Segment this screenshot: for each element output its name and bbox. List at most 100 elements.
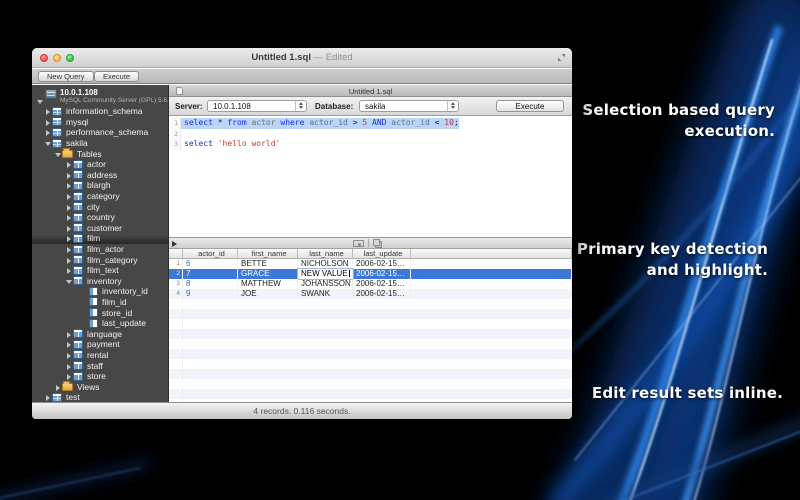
tree-label: inventory xyxy=(87,276,122,286)
tree-row-city[interactable]: city xyxy=(32,201,168,212)
disclosure-open-icon[interactable] xyxy=(36,92,44,105)
tree-row-inventory[interactable]: inventory xyxy=(32,276,168,287)
table-cell[interactable]: 2006-02-15… xyxy=(353,289,411,299)
tree-row-address[interactable]: address xyxy=(32,170,168,181)
table-cell[interactable]: GRACE xyxy=(238,269,298,279)
tree-row-last_update[interactable]: last_update xyxy=(32,318,168,329)
tree-row-Views[interactable]: Views xyxy=(32,381,168,392)
query-bar: Server: 10.0.1.108 Database: sakila Exec… xyxy=(169,97,572,116)
tree-row-test[interactable]: test xyxy=(32,392,168,402)
editor-line[interactable]: 3select 'hello world' xyxy=(169,139,572,150)
line-number: 2 xyxy=(169,129,181,140)
editor-line[interactable]: 2 xyxy=(169,129,572,140)
column-icon xyxy=(89,308,98,317)
sql-editor[interactable]: 1select * from actor where actor_id > 5 … xyxy=(169,116,572,237)
table-cell[interactable]: NEW VALUE xyxy=(298,269,353,279)
empty-row xyxy=(169,309,572,319)
table-cell[interactable]: 8 xyxy=(183,279,238,289)
tree-row-film_actor[interactable]: film_actor xyxy=(32,244,168,255)
tree-row-country[interactable]: country xyxy=(32,212,168,223)
editor-line[interactable]: 1select * from actor where actor_id > 5 … xyxy=(169,118,572,129)
desktop: Selection based query execution. Primary… xyxy=(0,0,800,500)
tree-row-language[interactable]: language xyxy=(32,328,168,339)
export-icon[interactable] xyxy=(353,240,364,247)
table-cell[interactable]: JOHANSSON xyxy=(298,279,353,289)
column-header-actor_id[interactable]: actor_id xyxy=(183,249,238,258)
execute-query-button[interactable]: Execute xyxy=(496,100,564,112)
row-number xyxy=(169,349,183,359)
title-bar[interactable]: Untitled 1.sql — Edited xyxy=(32,48,572,68)
tree-row-sakila[interactable]: sakila xyxy=(32,138,168,149)
table-row[interactable]: 27GRACENEW VALUE2006-02-15… xyxy=(169,269,572,279)
empty-row xyxy=(169,359,572,369)
tree-row-store_id[interactable]: store_id xyxy=(32,307,168,318)
tree-row-film_category[interactable]: film_category xyxy=(32,254,168,265)
token-id: actor_id xyxy=(309,118,348,127)
database-select[interactable]: sakila xyxy=(359,100,459,112)
table-cell[interactable]: 2006-02-15… xyxy=(353,279,411,289)
tree-row-rental[interactable]: rental xyxy=(32,350,168,361)
server-select[interactable]: 10.0.1.108 xyxy=(207,100,307,112)
table-cell[interactable]: NICHOLSON xyxy=(298,259,353,269)
table-row[interactable]: 49JOESWANK2006-02-15… xyxy=(169,289,572,299)
table-cell[interactable]: JOE xyxy=(238,289,298,299)
results-table: actor_idfirst_namelast_namelast_update16… xyxy=(169,249,572,402)
table-icon xyxy=(73,361,83,370)
table-row[interactable]: 38MATTHEWJOHANSSON2006-02-15… xyxy=(169,279,572,289)
empty-row xyxy=(169,389,572,399)
table-cell[interactable]: 6 xyxy=(183,259,238,269)
copy-icon[interactable] xyxy=(373,239,380,246)
empty-row xyxy=(169,349,572,359)
table-cell[interactable]: MATTHEW xyxy=(238,279,298,289)
tree-row-server[interactable]: 10.0.1.108 MySQL Community Server (GPL) … xyxy=(32,85,168,106)
results-header-row: actor_idfirst_namelast_namelast_update xyxy=(169,249,572,259)
tree-row-mysql[interactable]: mysql xyxy=(32,117,168,128)
tree-row-customer[interactable]: customer xyxy=(32,223,168,234)
disclosure-open-icon[interactable] xyxy=(65,272,73,290)
tree-row-film_id[interactable]: film_id xyxy=(32,297,168,308)
column-header-last_name[interactable]: last_name xyxy=(298,249,353,258)
db-icon xyxy=(52,107,62,116)
tree-row-category[interactable]: category xyxy=(32,191,168,202)
server-version: MySQL Community Server (GPL) 5.6.1 xyxy=(60,97,169,105)
table-row[interactable]: 16BETTENICHOLSON2006-02-15… xyxy=(169,259,572,269)
stepper-arrows-icon xyxy=(447,101,458,111)
tab-bar: Untitled 1.sql xyxy=(169,85,572,97)
disclosure-closed-icon[interactable] xyxy=(44,388,52,402)
tree-row-film_text[interactable]: film_text xyxy=(32,265,168,276)
table-cell[interactable]: 7 xyxy=(183,269,238,279)
code-text: select * from actor where actor_id > 5 A… xyxy=(181,118,459,129)
table-cell[interactable]: 2006-02-15… xyxy=(353,269,411,279)
token-tbl: actor xyxy=(251,118,275,127)
table-cell[interactable]: SWANK xyxy=(298,289,353,299)
caption-primary-key: Primary key detection and highlight. xyxy=(577,239,768,281)
tab-untitled-sql[interactable]: Untitled 1.sql xyxy=(169,87,572,96)
tree-row-inventory_id[interactable]: inventory_id xyxy=(32,286,168,297)
disclosure-open-icon[interactable] xyxy=(44,134,52,152)
table-cell[interactable]: 2006-02-15… xyxy=(353,259,411,269)
tree-row-store[interactable]: store xyxy=(32,371,168,382)
table-cell[interactable]: 9 xyxy=(183,289,238,299)
fullscreen-icon[interactable] xyxy=(557,53,566,62)
tree-row-information_schema[interactable]: information_schema xyxy=(32,106,168,117)
tree-row-Tables[interactable]: Tables xyxy=(32,148,168,159)
tree-label: Views xyxy=(77,382,100,392)
tree-row-payment[interactable]: payment xyxy=(32,339,168,350)
tree-label: information_schema xyxy=(66,106,143,116)
tree-row-staff[interactable]: staff xyxy=(32,360,168,371)
column-header-first_name[interactable]: first_name xyxy=(238,249,298,258)
table-cell[interactable]: BETTE xyxy=(238,259,298,269)
column-header-last_update[interactable]: last_update xyxy=(353,249,411,258)
expand-triangle-icon[interactable] xyxy=(172,241,177,247)
tree-row-film[interactable]: film xyxy=(32,233,168,244)
server-icon xyxy=(45,89,57,99)
tree-row-actor[interactable]: actor xyxy=(32,159,168,170)
execute-toolbar-button[interactable]: Execute xyxy=(94,71,139,82)
new-query-button[interactable]: New Query xyxy=(38,71,94,82)
tree-row-performance_schema[interactable]: performance_schema xyxy=(32,127,168,138)
tree-row-blargh[interactable]: blargh xyxy=(32,180,168,191)
database-sidebar: 10.0.1.108 MySQL Community Server (GPL) … xyxy=(32,85,169,402)
tree-label: film xyxy=(87,233,100,243)
tree-label: film_text xyxy=(87,265,119,275)
row-number xyxy=(169,309,183,319)
